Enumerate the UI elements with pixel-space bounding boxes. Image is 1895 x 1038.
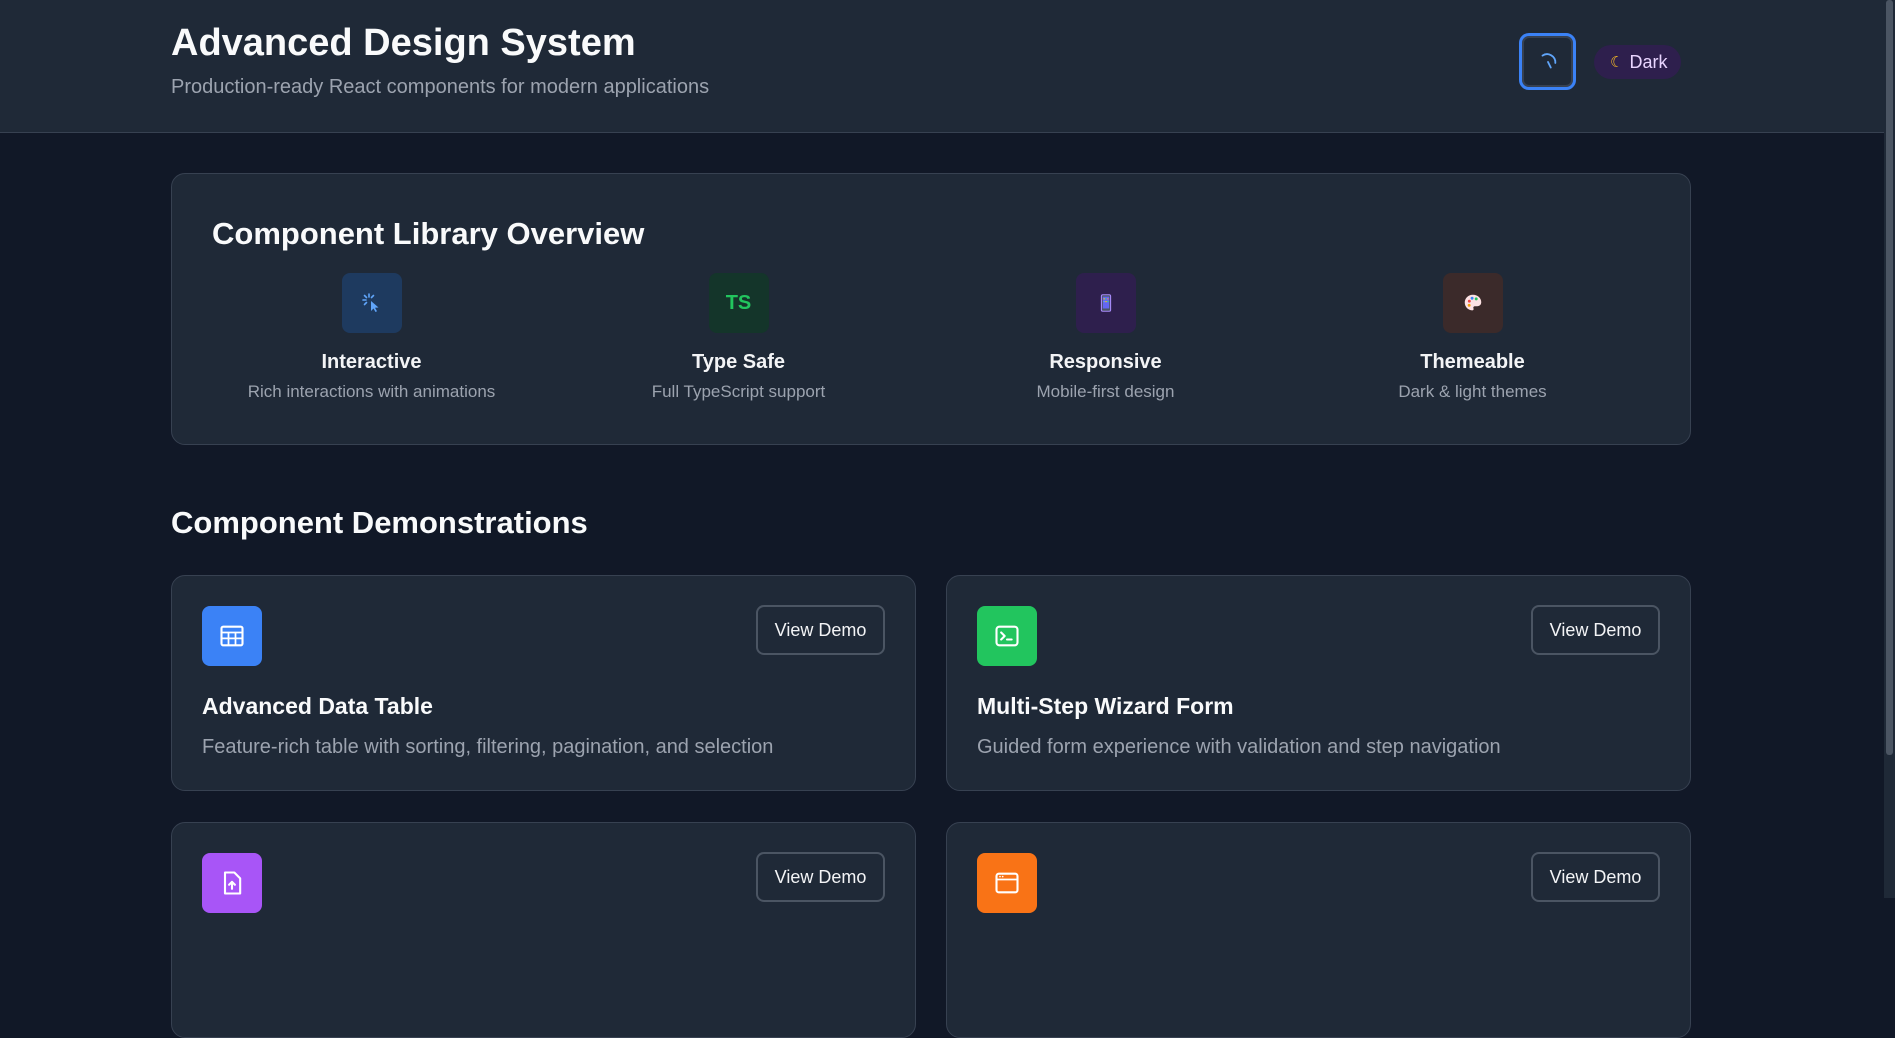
- file-upload-icon: [202, 853, 262, 913]
- theme-label: Dark: [1629, 51, 1668, 72]
- scrollbar-thumb[interactable]: [1886, 0, 1893, 755]
- demo-card-browser-window: View Demo: [946, 822, 1691, 1038]
- page-scrollbar[interactable]: [1884, 0, 1895, 898]
- section-title: Component Demonstrations: [171, 505, 588, 540]
- demo-card-data-table: View Demo Advanced Data Table Feature-ri…: [171, 575, 916, 791]
- palette-icon: [1442, 273, 1503, 333]
- card-title: Multi-Step Wizard Form: [977, 693, 1234, 719]
- feature-description: Rich interactions with animations: [247, 382, 496, 401]
- table-icon: [202, 606, 262, 666]
- demo-card-file-upload: View Demo: [171, 822, 916, 1038]
- feature-interactive: Interactive Rich interactions with anima…: [188, 273, 555, 402]
- demo-card-wizard-form: View Demo Multi-Step Wizard Form Guided …: [946, 575, 1691, 791]
- feature-type-safe: TS Type Safe Full TypeScript support: [555, 273, 922, 402]
- view-demo-button[interactable]: View Demo: [1531, 605, 1660, 655]
- app-header: Advanced Design System Production-ready …: [0, 0, 1884, 133]
- page-title: Advanced Design System: [171, 22, 636, 64]
- feature-title: Type Safe: [692, 351, 785, 373]
- terminal-icon: [977, 606, 1037, 666]
- card-title: Advanced Data Table: [202, 693, 433, 719]
- feature-description: Dark & light themes: [1398, 382, 1547, 401]
- overview-card: Component Library Overview Interactive R…: [171, 173, 1691, 445]
- feature-themeable: Themeable Dark & light themes: [1289, 273, 1656, 402]
- feature-title: Themeable: [1420, 351, 1525, 373]
- mobile-phone-icon: [1075, 273, 1136, 333]
- moon-icon: ☾: [1610, 54, 1624, 71]
- feature-title: Interactive: [321, 351, 422, 373]
- card-description: Feature-rich table with sorting, filteri…: [202, 736, 774, 758]
- card-description: Guided form experience with validation a…: [977, 736, 1501, 758]
- view-demo-button[interactable]: View Demo: [756, 605, 885, 655]
- page-subtitle: Production-ready React components for mo…: [171, 76, 710, 98]
- view-demo-button[interactable]: View Demo: [1531, 852, 1660, 902]
- browser-window-icon: [977, 853, 1037, 913]
- refresh-icon: [1541, 52, 1556, 68]
- theme-toggle-badge[interactable]: ☾ Dark: [1594, 45, 1682, 79]
- feature-description: Full TypeScript support: [651, 382, 826, 401]
- overview-title: Component Library Overview: [212, 216, 645, 251]
- feature-title: Responsive: [1049, 351, 1162, 373]
- view-demo-button[interactable]: View Demo: [756, 852, 885, 902]
- feature-description: Mobile-first design: [1036, 382, 1175, 401]
- pointer-click-icon: [341, 273, 402, 333]
- typescript-icon: TS: [708, 273, 769, 333]
- refresh-button[interactable]: [1519, 33, 1576, 90]
- feature-responsive: Responsive Mobile-first design: [922, 273, 1289, 402]
